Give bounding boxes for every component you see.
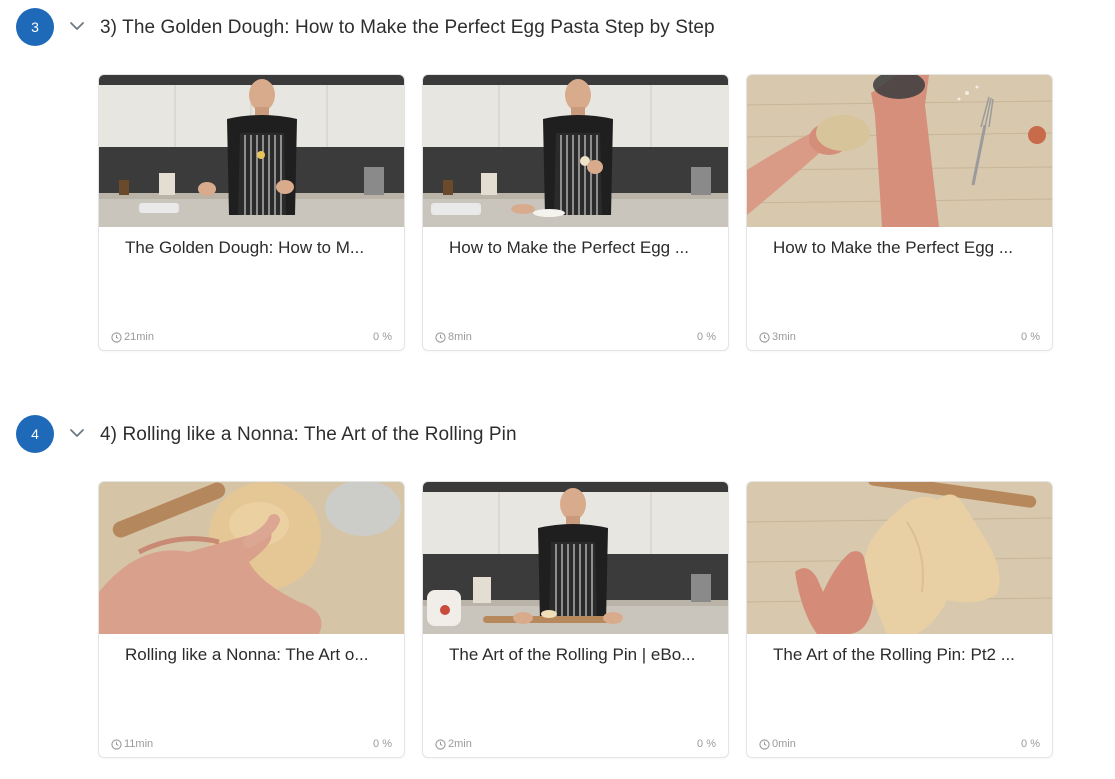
lesson-footer: 2min 0 %: [435, 738, 716, 752]
lesson-title: How to Make the Perfect Egg ...: [773, 238, 1014, 257]
section-header[interactable]: 3 3) The Golden Dough: How to Make the P…: [0, 0, 1115, 46]
lesson-footer: 8min 0 %: [435, 331, 716, 345]
lesson-footer: 21min 0 %: [111, 331, 392, 345]
lesson-progress: 0 %: [697, 738, 716, 750]
lesson-duration: 8min: [435, 331, 472, 343]
clock-icon: [435, 738, 446, 750]
lesson-card[interactable]: How to Make the Perfect Egg ... 3min 0 %: [746, 74, 1053, 351]
clock-icon: [759, 738, 770, 750]
lesson-thumbnail: [99, 482, 404, 634]
lesson-thumbnail: [423, 482, 728, 634]
duration-text: 11min: [124, 738, 154, 750]
lesson-thumbnail: [99, 75, 404, 227]
clock-icon: [111, 331, 122, 343]
lesson-thumbnail: [747, 482, 1052, 634]
lesson-duration: 21min: [111, 331, 154, 343]
duration-text: 3min: [772, 331, 796, 343]
duration-text: 21min: [124, 331, 154, 343]
lesson-duration: 2min: [435, 738, 472, 750]
lesson-progress: 0 %: [373, 331, 392, 343]
clock-icon: [759, 331, 770, 343]
lesson-title: How to Make the Perfect Egg ...: [449, 238, 690, 257]
lesson-progress: 0 %: [1021, 331, 1040, 343]
section-header[interactable]: 4 4) Rolling like a Nonna: The Art of th…: [0, 407, 1115, 453]
lesson-duration: 0min: [759, 738, 796, 750]
lesson-thumbnail: [747, 75, 1052, 227]
lesson-progress: 0 %: [1021, 738, 1040, 750]
section-number-badge: 3: [16, 8, 54, 46]
lesson-card[interactable]: The Art of the Rolling Pin | eBo... 2min…: [422, 481, 729, 758]
lesson-card[interactable]: Rolling like a Nonna: The Art o... 11min…: [98, 481, 405, 758]
lesson-footer: 0min 0 %: [759, 738, 1040, 752]
duration-text: 0min: [772, 738, 796, 750]
lesson-footer: 3min 0 %: [759, 331, 1040, 345]
lesson-card[interactable]: How to Make the Perfect Egg ... 8min 0 %: [422, 74, 729, 351]
lesson-duration: 3min: [759, 331, 796, 343]
lesson-title: The Art of the Rolling Pin: Pt2 ...: [773, 645, 1015, 664]
clock-icon: [111, 738, 122, 750]
duration-text: 2min: [448, 738, 472, 750]
clock-icon: [435, 331, 446, 343]
lesson-progress: 0 %: [697, 331, 716, 343]
lesson-title: Rolling like a Nonna: The Art o...: [125, 645, 369, 664]
chevron-down-icon[interactable]: [68, 19, 86, 33]
section-number-badge: 4: [16, 415, 54, 453]
lesson-title: The Golden Dough: How to M...: [125, 238, 365, 257]
section-title: 4) Rolling like a Nonna: The Art of the …: [100, 424, 517, 445]
lesson-duration: 11min: [111, 738, 153, 750]
duration-text: 8min: [448, 331, 472, 343]
lesson-progress: 0 %: [373, 738, 392, 750]
section-title: 3) The Golden Dough: How to Make the Per…: [100, 17, 715, 38]
lesson-card[interactable]: The Golden Dough: How to M... 21min 0 %: [98, 74, 405, 351]
lesson-card[interactable]: The Art of the Rolling Pin: Pt2 ... 0min…: [746, 481, 1053, 758]
lesson-thumbnail: [423, 75, 728, 227]
lesson-title: The Art of the Rolling Pin | eBo...: [449, 645, 696, 664]
chevron-down-icon[interactable]: [68, 426, 86, 440]
lesson-footer: 11min 0 %: [111, 738, 392, 752]
